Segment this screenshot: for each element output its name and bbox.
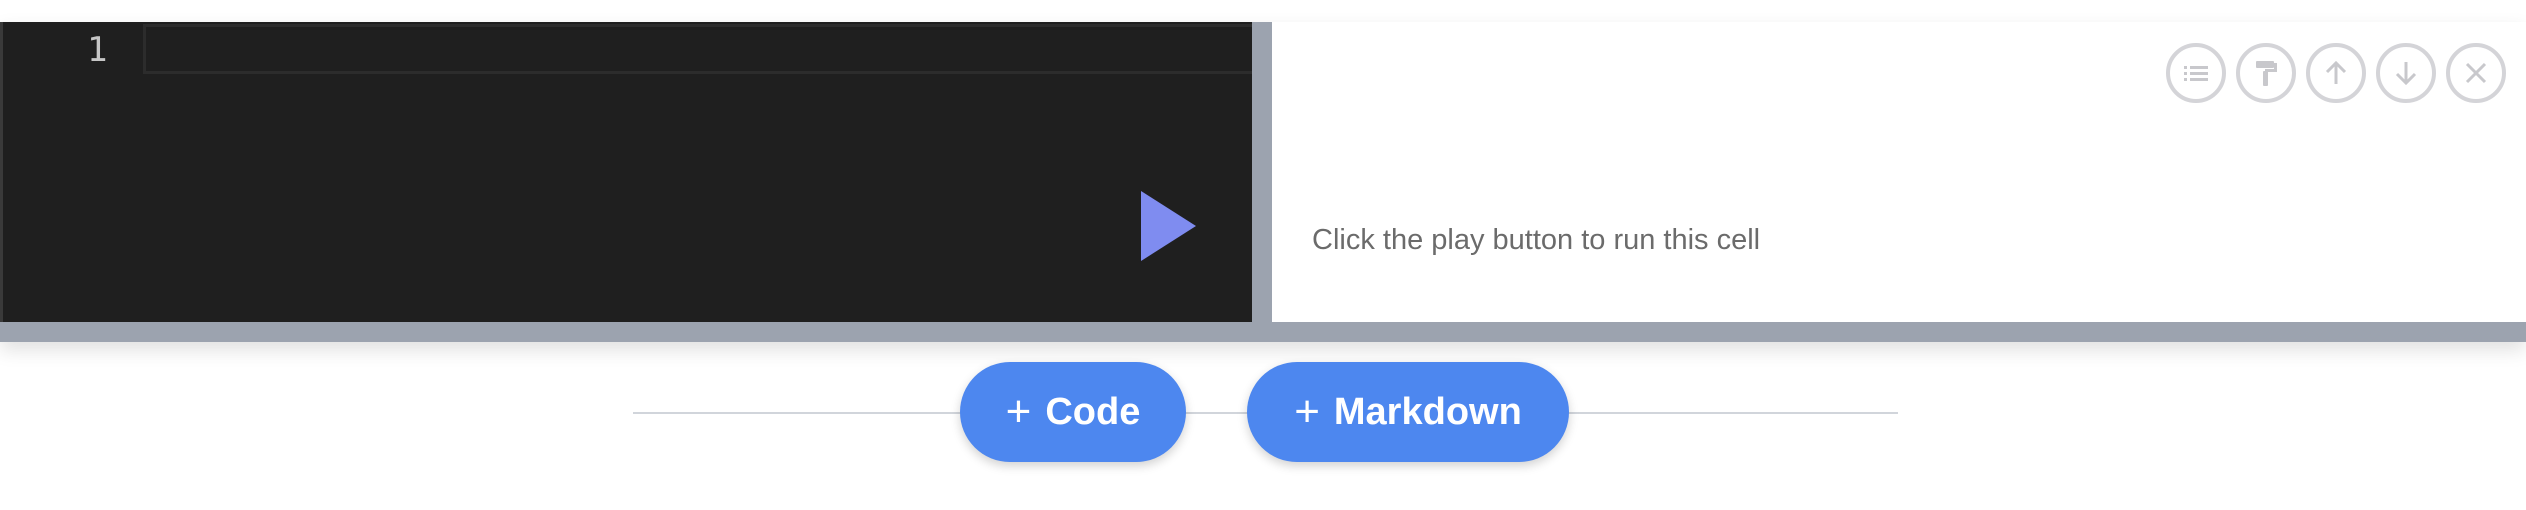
- delete-cell-button[interactable]: [2446, 43, 2506, 103]
- move-down-button[interactable]: [2376, 43, 2436, 103]
- cell-output: Click the play button to run this cell: [1272, 22, 2526, 322]
- line-number: 1: [87, 30, 108, 70]
- plus-icon: +: [1294, 387, 1320, 436]
- plus-icon: +: [1005, 387, 1032, 436]
- arrow-up-icon: [2325, 60, 2347, 84]
- active-line[interactable]: [143, 24, 1252, 74]
- code-editor[interactable]: 1: [0, 22, 1252, 322]
- move-up-button[interactable]: [2306, 43, 2366, 103]
- add-code-label: Code: [1045, 390, 1141, 433]
- run-cell-play-icon[interactable]: [1141, 191, 1196, 261]
- add-code-button[interactable]: + Code: [960, 362, 1186, 462]
- paint-roller-icon: [2256, 61, 2277, 86]
- list-icon: [2184, 66, 2208, 81]
- cell-toolbar: [2166, 43, 2506, 103]
- format-button[interactable]: [2236, 43, 2296, 103]
- close-icon: [2465, 62, 2487, 84]
- add-markdown-label: Markdown: [1333, 390, 1522, 433]
- arrow-down-icon: [2395, 62, 2417, 86]
- notebook-cell: 1 Click the play button to run this cell: [0, 22, 2526, 342]
- output-hint: Click the play button to run this cell: [1312, 224, 1761, 256]
- add-markdown-button[interactable]: + Markdown: [1247, 362, 1569, 462]
- list-button[interactable]: [2166, 43, 2226, 103]
